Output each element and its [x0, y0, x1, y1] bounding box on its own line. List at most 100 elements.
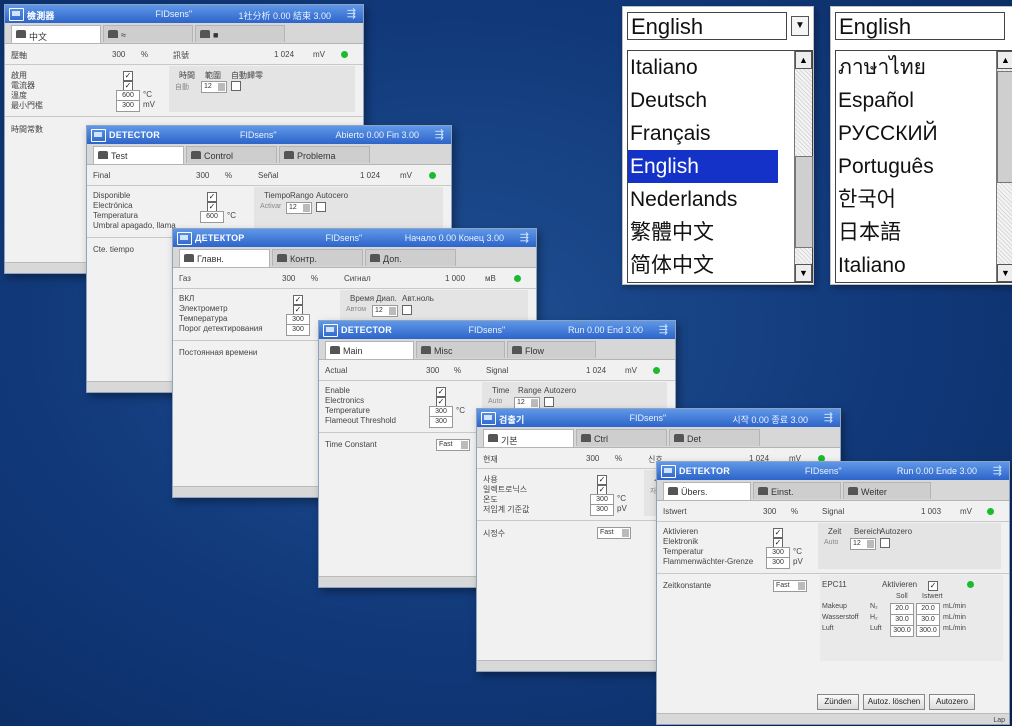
- value-input[interactable]: 300: [766, 557, 790, 569]
- tab-1[interactable]: Контр.: [272, 249, 363, 266]
- window-title: DETECTOR: [109, 130, 160, 140]
- setting-label: Enable: [325, 386, 350, 395]
- tab-2[interactable]: Доп.: [365, 249, 456, 266]
- enable-checkbox[interactable]: ✓: [207, 192, 217, 202]
- language-option[interactable]: 日本語: [836, 216, 994, 249]
- time-constant-select[interactable]: Fast: [436, 439, 470, 451]
- scroll-up-icon[interactable]: ▲: [795, 51, 812, 69]
- epc-row-gas: Luft: [870, 625, 882, 632]
- enable-checkbox[interactable]: ✓: [123, 71, 133, 81]
- chevron-down-icon[interactable]: ▼: [791, 16, 809, 36]
- tab-0[interactable]: Test: [93, 146, 184, 164]
- group-header: Autozero: [544, 386, 577, 395]
- title-bar: DETEKTOR FIDsens" Run 0.00 Ende 3.00 ⇶: [657, 462, 1009, 480]
- value-input[interactable]: 300: [116, 100, 140, 112]
- group-header: Диап.: [376, 294, 397, 303]
- status-row-value: 1 000: [445, 274, 466, 283]
- range-select[interactable]: 12: [850, 538, 876, 550]
- value-input[interactable]: 300: [429, 416, 453, 428]
- tab-label: ■: [213, 30, 219, 40]
- tab-0[interactable]: Main: [325, 341, 414, 359]
- language-option[interactable]: Italiano: [628, 51, 778, 84]
- value-input[interactable]: 300: [286, 324, 310, 336]
- value-input[interactable]: 600: [200, 211, 224, 223]
- epc-label: EPC11: [822, 580, 847, 589]
- scroll-down-icon[interactable]: ▼: [997, 264, 1012, 282]
- ignite-button[interactable]: Zünden: [817, 694, 859, 710]
- language-option[interactable]: ภาษาไทย: [836, 51, 994, 84]
- detector-panel: Istwert 300% Signal 1 003 mV Aktivieren ✓ Elekt…: [657, 501, 1009, 724]
- tab-2[interactable]: Flow: [507, 341, 596, 358]
- tab-label: Контр.: [290, 254, 317, 264]
- language-option[interactable]: English: [628, 150, 778, 183]
- fidelity-label: FIDsens": [629, 413, 667, 423]
- tab-bar: Главн. Контр. Доп.: [173, 247, 536, 268]
- autozero-checkbox[interactable]: [316, 202, 326, 212]
- enable-checkbox[interactable]: ✓: [436, 387, 446, 397]
- clear-autozero-button[interactable]: Autoz. löschen: [863, 694, 925, 710]
- scrollbar-thumb[interactable]: [795, 156, 813, 248]
- language-select-2[interactable]: English: [835, 12, 1005, 40]
- tab-0[interactable]: Главн.: [179, 249, 270, 267]
- range-select[interactable]: 12: [201, 81, 227, 93]
- tab-2[interactable]: Det: [669, 429, 760, 446]
- autozero-checkbox[interactable]: [544, 397, 554, 407]
- group-header: 時間: [179, 71, 195, 80]
- time-constant-select[interactable]: Fast: [773, 580, 807, 592]
- language-option[interactable]: Nederlands: [628, 183, 778, 216]
- unit-label: °C: [143, 90, 152, 99]
- tab-2[interactable]: ■: [195, 25, 285, 42]
- autozero-checkbox[interactable]: [231, 81, 241, 91]
- setting-label: Aktivieren: [663, 527, 699, 536]
- status-row-value: 300: [196, 171, 210, 180]
- tab-2[interactable]: Weiter: [843, 482, 931, 499]
- language-option[interactable]: 简体中文: [628, 249, 778, 282]
- scrollbar-thumb[interactable]: [997, 71, 1012, 183]
- tab-1[interactable]: Einst.: [753, 482, 841, 499]
- language-option[interactable]: Español: [836, 84, 994, 117]
- autozero-checkbox[interactable]: [880, 538, 890, 548]
- language-option[interactable]: Italiano: [836, 249, 994, 282]
- language-option[interactable]: РУССКИЙ: [836, 117, 994, 150]
- tab-2[interactable]: Problema: [279, 146, 370, 163]
- setting-label: Температура: [179, 314, 228, 323]
- scroll-up-icon[interactable]: ▲: [997, 51, 1012, 69]
- tab-0[interactable]: 기본: [483, 429, 574, 447]
- tab-1[interactable]: Ctrl: [576, 429, 667, 446]
- epc-active-checkbox[interactable]: ✓: [928, 581, 938, 591]
- value-input[interactable]: 300: [590, 504, 614, 516]
- autozero-button[interactable]: Autozero: [929, 694, 975, 710]
- status-row-value: %: [311, 274, 319, 283]
- language-option[interactable]: Deutsch: [628, 84, 778, 117]
- tab-0[interactable]: Übers.: [663, 482, 751, 500]
- enable-checkbox[interactable]: ✓: [773, 528, 783, 538]
- time-constant-select[interactable]: Fast: [597, 527, 631, 539]
- enable-checkbox[interactable]: ✓: [597, 475, 607, 485]
- range-select[interactable]: 12: [372, 305, 398, 317]
- language-option[interactable]: 한국어: [836, 183, 994, 216]
- run-time-readout: Run 0.00 End 3.00: [567, 325, 643, 335]
- tab-1[interactable]: Misc: [416, 341, 505, 358]
- language-option[interactable]: 繁體中文: [628, 216, 778, 249]
- language-option[interactable]: Português: [836, 150, 994, 183]
- tab-label: Test: [111, 151, 128, 161]
- group-header: Range: [518, 386, 542, 395]
- tab-0[interactable]: 中文: [11, 25, 101, 43]
- signal-icon: ⇶: [992, 465, 1002, 477]
- scroll-down-icon[interactable]: ▼: [795, 264, 812, 282]
- scrollbar[interactable]: ▲ ▼: [794, 51, 813, 282]
- unit-label: mV: [143, 100, 155, 109]
- epc-setpoint-input[interactable]: 300.0: [890, 625, 914, 637]
- tab-label: Weiter: [861, 487, 887, 497]
- range-select[interactable]: 12: [286, 202, 312, 214]
- enable-checkbox[interactable]: ✓: [293, 295, 303, 305]
- autozero-checkbox[interactable]: [402, 305, 412, 315]
- language-option[interactable]: Français: [628, 117, 778, 150]
- scrollbar[interactable]: ▲ ▼: [996, 51, 1012, 282]
- unit-label: °C: [793, 547, 802, 556]
- unit-label: pV: [617, 504, 627, 513]
- language-select-1[interactable]: English: [627, 12, 787, 40]
- tab-1[interactable]: Control: [186, 146, 277, 163]
- epc-actual-value: 300.0: [916, 625, 940, 637]
- tab-1[interactable]: ≈: [103, 25, 193, 42]
